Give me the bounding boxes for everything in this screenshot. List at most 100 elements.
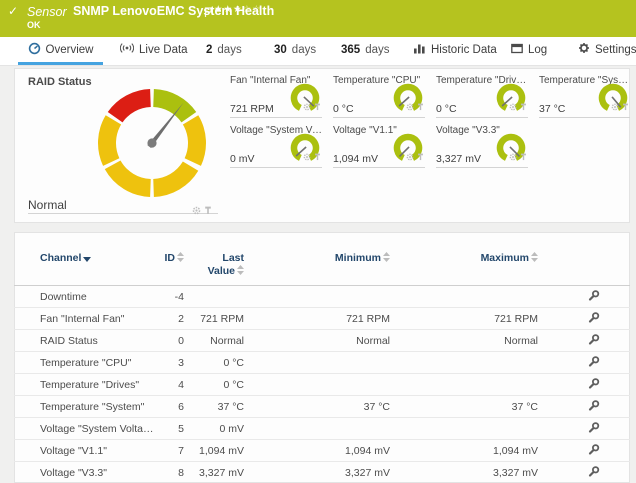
table-row[interactable]: Voltage "V1.1" 7 1,094 mV 1,094 mV 1,094… bbox=[14, 440, 630, 462]
col-header-settings bbox=[540, 232, 630, 286]
pin-icon[interactable] bbox=[520, 98, 527, 116]
gear-icon[interactable] bbox=[509, 148, 517, 166]
cell-minimum: Normal bbox=[246, 330, 392, 352]
cell-id: 2 bbox=[158, 308, 186, 330]
gear-icon[interactable] bbox=[509, 98, 517, 116]
gauge-value: 1,094 mV bbox=[333, 153, 378, 165]
tab-historic-data[interactable]: Historic Data bbox=[413, 37, 497, 62]
gauge-value: 3,327 mV bbox=[436, 153, 481, 165]
pin-icon[interactable] bbox=[622, 98, 629, 116]
sensor-header: ✓ Sensor SNMP LenovoEMC System Health ★★… bbox=[0, 0, 636, 37]
sort-icon bbox=[531, 252, 538, 262]
cell-maximum bbox=[392, 374, 540, 396]
table-row[interactable]: RAID Status 0 Normal Normal Normal bbox=[14, 330, 630, 352]
status-badge: OK bbox=[27, 20, 41, 30]
cell-maximum: 3,327 mV bbox=[392, 462, 540, 483]
table-row[interactable]: Downtime -4 bbox=[14, 286, 630, 308]
sort-icon bbox=[177, 252, 184, 262]
gear-icon[interactable] bbox=[303, 98, 311, 116]
channel-settings-wrench-icon[interactable] bbox=[587, 447, 600, 459]
gear-icon[interactable] bbox=[303, 148, 311, 166]
gauge-icon bbox=[28, 42, 41, 58]
cell-maximum bbox=[392, 286, 540, 308]
tab-bar: Overview Live Data 2days 30days 365days … bbox=[0, 37, 636, 66]
channel-settings-wrench-icon[interactable] bbox=[587, 469, 600, 481]
tab-live-data[interactable]: Live Data bbox=[120, 37, 188, 62]
cell-id: 3 bbox=[158, 352, 186, 374]
tab-settings[interactable]: Settings bbox=[578, 37, 636, 62]
gauge-value: 0 °C bbox=[436, 103, 457, 115]
cell-channel: Voltage "System Voltage (... bbox=[14, 418, 158, 440]
col-header-id[interactable]: ID bbox=[158, 232, 186, 286]
channel-settings-wrench-icon[interactable] bbox=[587, 315, 600, 327]
gauge-value: 0 mV bbox=[230, 153, 255, 165]
bar-chart-icon bbox=[413, 42, 426, 57]
table-row[interactable]: Voltage "System Voltage (... 5 0 mV bbox=[14, 418, 630, 440]
cell-minimum bbox=[246, 352, 392, 374]
tab-overview[interactable]: Overview bbox=[18, 37, 103, 65]
col-header-minimum[interactable]: Minimum bbox=[246, 232, 392, 286]
tab-365-days[interactable]: 365days bbox=[341, 37, 389, 62]
pin-icon[interactable] bbox=[204, 202, 212, 220]
priority-flag-icon[interactable] bbox=[204, 5, 212, 23]
table-row[interactable]: Temperature "Drives" 4 0 °C bbox=[14, 374, 630, 396]
pin-icon[interactable] bbox=[417, 98, 424, 116]
gear-icon bbox=[578, 42, 590, 57]
tab-30-days[interactable]: 30days bbox=[274, 37, 316, 62]
log-icon bbox=[511, 43, 523, 57]
gear-icon[interactable] bbox=[611, 98, 619, 116]
col-header-last-value[interactable]: LastValue bbox=[186, 232, 246, 286]
table-row[interactable]: Temperature "System" 6 37 °C 37 °C 37 °C bbox=[14, 396, 630, 418]
sort-icon bbox=[237, 265, 244, 275]
cell-id: 4 bbox=[158, 374, 186, 396]
pin-icon[interactable] bbox=[520, 148, 527, 166]
sensor-type-label: Sensor bbox=[27, 5, 67, 19]
gauge-panel-voltage-v1-1: Voltage "V1.1" 1,094 mV bbox=[333, 123, 425, 168]
gear-icon[interactable] bbox=[406, 148, 414, 166]
cell-channel: Voltage "V1.1" bbox=[14, 440, 158, 462]
col-header-maximum[interactable]: Maximum bbox=[392, 232, 540, 286]
raid-status-gauge bbox=[96, 87, 208, 199]
tab-log[interactable]: Log bbox=[511, 37, 547, 62]
channel-settings-wrench-icon[interactable] bbox=[587, 359, 600, 371]
cell-id: 7 bbox=[158, 440, 186, 462]
channel-settings-wrench-icon[interactable] bbox=[587, 337, 600, 349]
pin-icon[interactable] bbox=[314, 98, 321, 116]
cell-last-value: 37 °C bbox=[186, 396, 246, 418]
table-row[interactable]: Fan "Internal Fan" 2 721 RPM 721 RPM 721… bbox=[14, 308, 630, 330]
cell-id: 6 bbox=[158, 396, 186, 418]
cell-maximum: 37 °C bbox=[392, 396, 540, 418]
pin-icon[interactable] bbox=[314, 148, 321, 166]
gear-icon[interactable] bbox=[192, 202, 201, 220]
broadcast-icon bbox=[120, 42, 134, 57]
divider bbox=[28, 213, 218, 214]
gauge-panel-temperature-cpu: Temperature "CPU" 0 °C bbox=[333, 73, 425, 118]
cell-last-value bbox=[186, 286, 246, 308]
channel-settings-wrench-icon[interactable] bbox=[587, 425, 600, 437]
cell-id: 0 bbox=[158, 330, 186, 352]
cell-minimum: 37 °C bbox=[246, 396, 392, 418]
raid-gauge-value: Normal bbox=[28, 198, 67, 212]
raid-gauge-title: RAID Status bbox=[28, 76, 92, 88]
status-check-icon: ✓ bbox=[8, 4, 18, 18]
table-row[interactable]: Voltage "V3.3" 8 3,327 mV 3,327 mV 3,327… bbox=[14, 462, 630, 483]
gauge-panel-voltage-v3-3: Voltage "V3.3" 3,327 mV bbox=[436, 123, 528, 168]
cell-last-value: 1,094 mV bbox=[186, 440, 246, 462]
cell-channel: Temperature "Drives" bbox=[14, 374, 158, 396]
gauge-panel-temperature-system: Temperature "System" 37 °C bbox=[539, 73, 630, 118]
gauge-value: 37 °C bbox=[539, 103, 565, 115]
gear-icon[interactable] bbox=[406, 98, 414, 116]
sort-desc-icon bbox=[83, 257, 91, 262]
channel-settings-wrench-icon[interactable] bbox=[587, 293, 600, 305]
cell-maximum: 721 RPM bbox=[392, 308, 540, 330]
channels-table: Channel ID LastValue Minimum Maximum Dow… bbox=[14, 232, 630, 483]
gauge-hub bbox=[147, 138, 156, 147]
pin-icon[interactable] bbox=[417, 148, 424, 166]
channel-settings-wrench-icon[interactable] bbox=[587, 381, 600, 393]
col-header-channel[interactable]: Channel bbox=[14, 232, 158, 286]
gauge-panel-fan-internal-fan: Fan "Internal Fan" 721 RPM bbox=[230, 73, 322, 118]
table-row[interactable]: Temperature "CPU" 3 0 °C bbox=[14, 352, 630, 374]
channel-settings-wrench-icon[interactable] bbox=[587, 403, 600, 415]
priority-stars[interactable]: ★★★☆☆ bbox=[214, 4, 262, 15]
tab-2-days[interactable]: 2days bbox=[206, 37, 242, 62]
